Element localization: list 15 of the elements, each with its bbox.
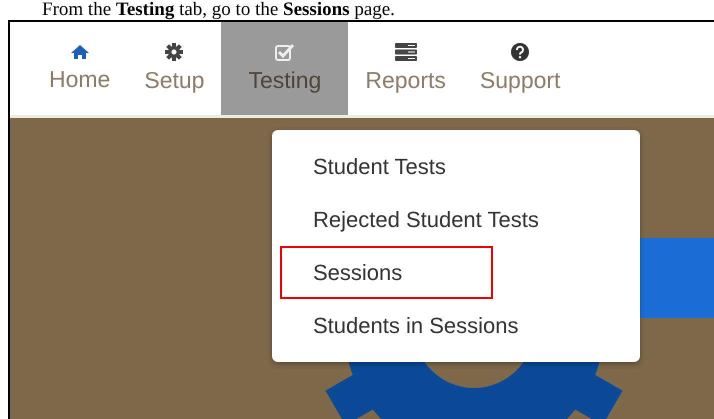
help-icon <box>511 43 530 61</box>
checkbox-icon <box>274 43 295 61</box>
list-icon <box>394 43 417 61</box>
nav-tab[interactable]: Reports <box>348 22 463 115</box>
instruction-text: From the Testing tab, go to the Sessions page. <box>41 0 396 20</box>
nav-tab[interactable]: Testing <box>221 22 348 115</box>
home-icon <box>70 44 90 60</box>
menu-item[interactable]: Students in Sessions <box>272 299 640 352</box>
nav-tab[interactable]: Support <box>462 22 578 115</box>
menu-item[interactable]: Rejected Student Tests <box>272 193 640 246</box>
nav-tab[interactable]: Home <box>32 22 128 115</box>
menu-item[interactable]: Student Tests <box>272 140 640 193</box>
menu-item[interactable]: Sessions <box>280 246 493 299</box>
settings-icon <box>165 43 184 61</box>
nav-tab[interactable]: Setup <box>127 22 222 115</box>
